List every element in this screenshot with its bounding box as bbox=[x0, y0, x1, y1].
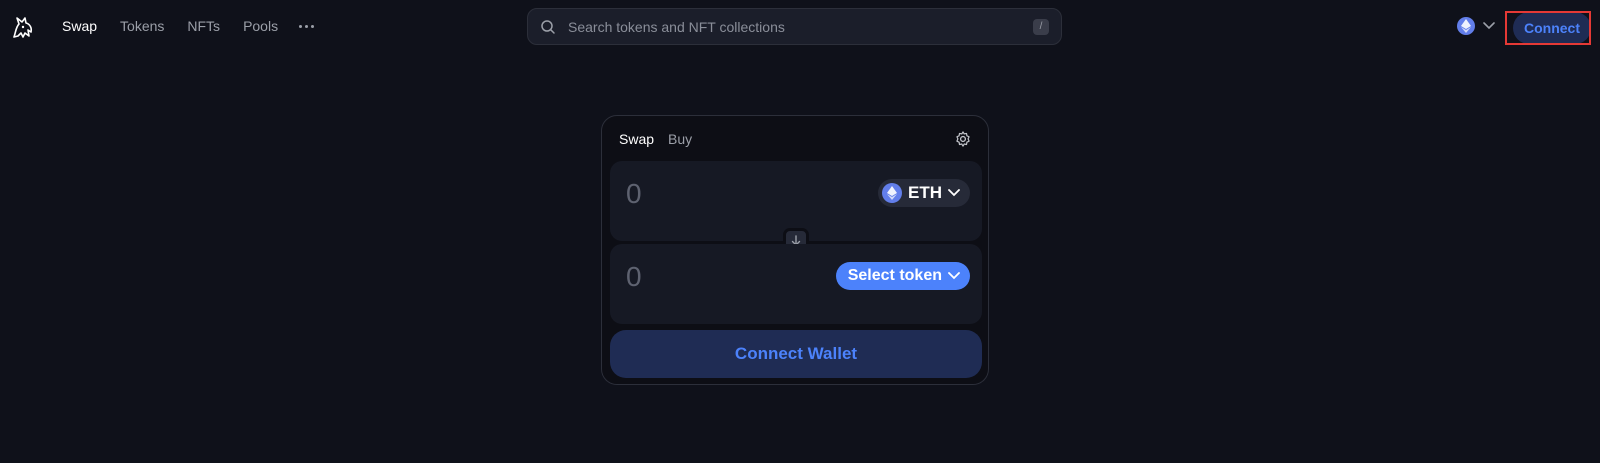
unicorn-logo-icon[interactable] bbox=[10, 15, 36, 41]
search-input[interactable] bbox=[566, 17, 1033, 36]
gear-icon[interactable] bbox=[954, 130, 972, 148]
more-horizontal-icon[interactable] bbox=[299, 18, 315, 34]
top-navbar: Swap Tokens NFTs Pools / Connect bbox=[0, 0, 1600, 56]
ethereum-icon bbox=[1457, 17, 1475, 35]
nav-link-nfts[interactable]: NFTs bbox=[187, 18, 220, 34]
tab-buy[interactable]: Buy bbox=[668, 131, 692, 147]
tab-swap[interactable]: Swap bbox=[619, 131, 654, 147]
input-token-symbol: ETH bbox=[908, 183, 942, 202]
chevron-down-icon bbox=[948, 272, 960, 280]
search-shortcut-key: / bbox=[1033, 18, 1049, 35]
chevron-down-icon bbox=[1483, 22, 1495, 30]
nav-link-pools[interactable]: Pools bbox=[243, 18, 278, 34]
swap-card-tabs: Swap Buy bbox=[619, 131, 692, 147]
nav-links: Swap Tokens NFTs Pools bbox=[62, 18, 315, 34]
output-amount-field[interactable] bbox=[624, 260, 778, 294]
swap-output-panel: Select token bbox=[610, 244, 982, 324]
ethereum-icon bbox=[882, 183, 902, 203]
input-token-selector[interactable]: ETH bbox=[878, 179, 970, 207]
select-token-button[interactable]: Select token bbox=[835, 262, 970, 290]
input-amount-field[interactable] bbox=[624, 177, 778, 211]
network-selector[interactable] bbox=[1457, 17, 1495, 35]
chevron-down-icon bbox=[948, 189, 960, 197]
nav-link-tokens[interactable]: Tokens bbox=[120, 18, 164, 34]
connect-wallet-button[interactable]: Connect Wallet bbox=[610, 330, 982, 378]
highlight-annotation-box bbox=[1505, 11, 1591, 45]
search-icon bbox=[541, 19, 555, 34]
nav-link-swap[interactable]: Swap bbox=[62, 18, 97, 34]
search-bar[interactable]: / bbox=[527, 8, 1062, 45]
swap-card: Swap Buy ETH Select bbox=[601, 115, 989, 385]
select-token-label: Select token bbox=[847, 267, 942, 284]
